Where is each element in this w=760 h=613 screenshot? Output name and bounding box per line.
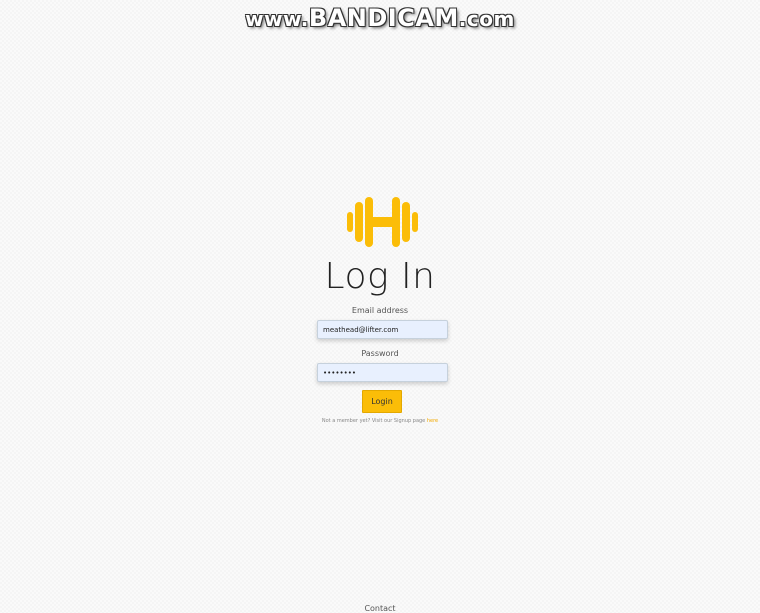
watermark-prefix: www. bbox=[245, 7, 309, 31]
signup-prompt: Not a member yet? Visit our Signup page … bbox=[0, 418, 760, 424]
watermark-brand: BANDICAM bbox=[308, 4, 459, 32]
page-title: Log In bbox=[324, 256, 436, 297]
signup-link[interactable]: here bbox=[427, 418, 438, 424]
email-field[interactable] bbox=[317, 320, 448, 339]
login-button[interactable]: Login bbox=[362, 390, 402, 413]
watermark-suffix: .com bbox=[458, 7, 515, 31]
signup-text: Not a member yet? Visit our Signup page bbox=[321, 418, 427, 424]
bandicam-watermark: www.BANDICAM.com bbox=[0, 4, 760, 32]
dumbbell-h-icon bbox=[347, 197, 418, 247]
password-field[interactable] bbox=[317, 363, 448, 382]
password-label: Password bbox=[361, 349, 399, 358]
email-label: Email address bbox=[351, 306, 409, 315]
